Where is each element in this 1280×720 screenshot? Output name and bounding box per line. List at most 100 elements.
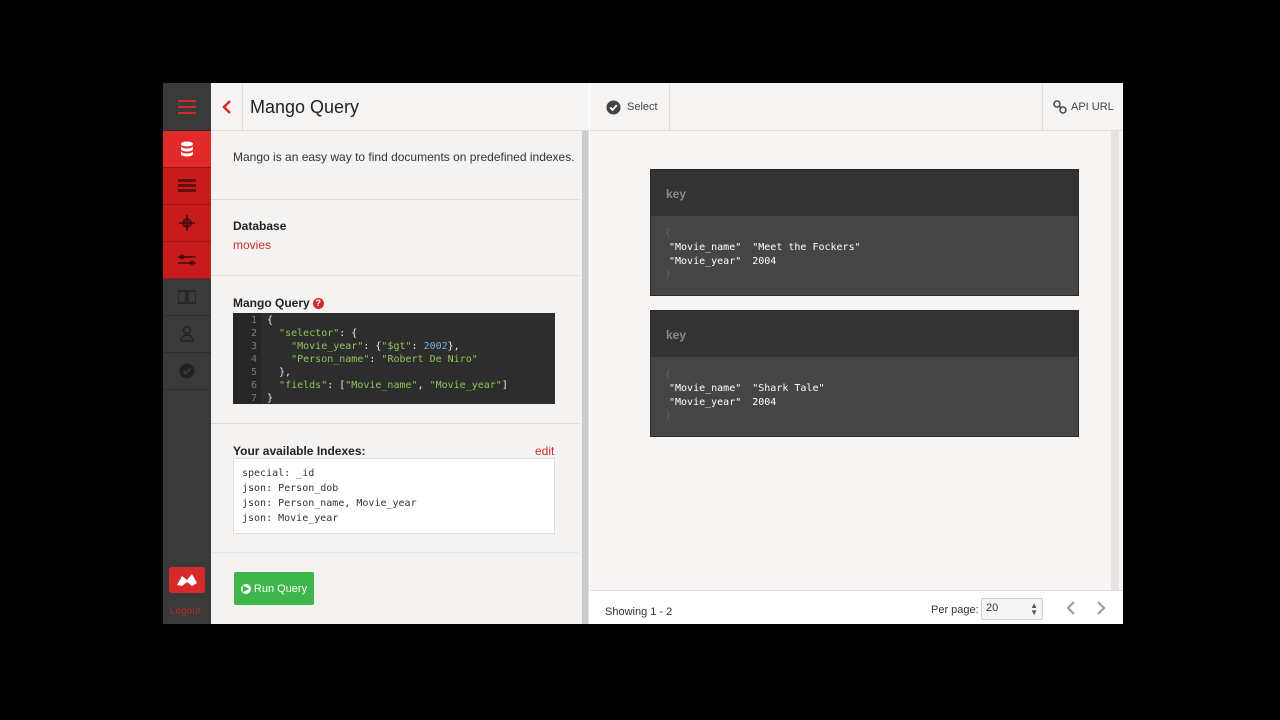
nav-replication[interactable] xyxy=(163,242,211,279)
replication-icon xyxy=(178,254,196,266)
code-token: "fields" xyxy=(279,380,328,391)
code-text: } xyxy=(267,392,273,404)
nav-active-tasks[interactable] xyxy=(163,168,211,205)
line-number: 1 xyxy=(250,315,257,326)
panel-scrollbar[interactable] xyxy=(582,131,588,624)
code-token: : { xyxy=(339,328,358,339)
document-body: "Movie_name" "Shark Tale" "Movie_year" 2004 xyxy=(669,382,825,410)
field-value: "Shark Tale" xyxy=(752,383,825,394)
chevron-left-icon xyxy=(1066,601,1075,615)
code-token: ] xyxy=(501,380,508,391)
line-number: 3 xyxy=(250,341,257,352)
run-query-button[interactable]: ▶ Run Query xyxy=(234,572,314,605)
field-value: "Meet the Fockers" xyxy=(752,242,861,253)
divider xyxy=(211,199,579,200)
field-name: "Movie_name" xyxy=(669,383,742,394)
database-icon xyxy=(181,141,193,156)
divider xyxy=(211,552,579,553)
document-key: key xyxy=(666,328,687,342)
showing-count: Showing 1 - 2 xyxy=(605,606,673,618)
code-line: 6 "fields": ["Movie_name", "Movie_year"] xyxy=(233,379,555,392)
code-token: } xyxy=(267,393,274,404)
edit-indexes-link[interactable]: edit xyxy=(535,444,554,458)
document-card[interactable]: key{"Movie_name" "Meet the Fockers" "Movie… xyxy=(650,169,1079,296)
link-icon xyxy=(1053,100,1067,114)
select-label: Select xyxy=(627,101,658,113)
query-label-row: Mango Query ? xyxy=(233,296,577,310)
close-brace: } xyxy=(665,269,672,280)
check-circle-icon xyxy=(606,99,621,115)
user-icon xyxy=(180,326,194,342)
open-brace: { xyxy=(665,369,672,380)
next-page-button[interactable] xyxy=(1096,601,1106,620)
code-token: "Movie_year" xyxy=(429,380,502,391)
document-card[interactable]: key { "Movie_name" "Shark Tale" "Movie_year"… xyxy=(650,310,1079,437)
page-title: Mango Query xyxy=(250,97,360,117)
close-brace: } xyxy=(665,410,672,421)
code-token: : { xyxy=(363,341,382,352)
line-number: 6 xyxy=(250,380,257,391)
code-token: "Movie_year" xyxy=(291,341,364,352)
chevron-left-icon xyxy=(221,100,231,114)
code-text: "fields": ["Movie_name", "Movie_year"] xyxy=(267,379,508,392)
play-circle-icon: ▶ xyxy=(240,583,251,594)
database-name: movies xyxy=(233,238,272,252)
document-body: "Movie_name" "Meet the Fockers" "Movie_yea… xyxy=(669,241,861,269)
nav-user[interactable] xyxy=(163,316,211,353)
api-url-label: API URL xyxy=(1071,101,1114,113)
indexes-list: special: _id json: Person_dob json: Person… xyxy=(233,458,555,534)
api-url-button[interactable]: API URL xyxy=(1042,83,1123,131)
code-token: "selector" xyxy=(279,328,340,339)
index-item: json: Person_dob xyxy=(242,483,339,494)
field-name: "Movie_year" xyxy=(669,256,742,267)
code-text: }, xyxy=(267,366,291,379)
help-icon[interactable]: ? xyxy=(312,297,324,309)
code-line: 7} xyxy=(233,392,555,404)
query-panel: Mango Query Mango is an easy way to find… xyxy=(211,83,604,624)
code-token: "$gt" xyxy=(381,341,412,352)
nav-verify[interactable] xyxy=(163,353,211,390)
open-brace: { xyxy=(665,228,672,239)
code-token: "Movie_name" xyxy=(345,380,418,391)
per-page-select[interactable]: 20 ▲ ▼ xyxy=(981,598,1043,620)
index-item: json: Person_name, Movie_year xyxy=(242,498,417,509)
code-token: 2002 xyxy=(423,341,448,352)
select-arrows-icon: ▲ ▼ xyxy=(1030,601,1038,617)
field-name: "Movie_name" xyxy=(669,242,742,253)
code-line: 1{ xyxy=(233,314,555,327)
results-header: Select API URL xyxy=(590,83,1123,131)
query-editor[interactable]: 1{2 "selector": {3 "Movie_year": {"$gt":… xyxy=(233,313,555,404)
results-panel: Select API URL key { "Movie_name" "Meet the… xyxy=(590,83,1123,624)
menu-button[interactable] xyxy=(163,83,211,131)
prev-page-button[interactable] xyxy=(1066,601,1076,620)
nav-config[interactable] xyxy=(163,205,211,242)
logout-link[interactable]: Logout xyxy=(170,606,201,617)
run-query-label: Run Query xyxy=(253,582,308,595)
line-number: 2 xyxy=(250,328,257,339)
code-token: "Robert De Niro" xyxy=(381,354,478,365)
code-line: 5 }, xyxy=(233,366,555,379)
document-field: "Movie_name" "Shark Tale" xyxy=(669,382,825,396)
check-circle-icon xyxy=(179,363,195,379)
code-line: 4 "Person_name": "Robert De Niro" xyxy=(233,353,555,366)
code-token: }, xyxy=(447,341,460,352)
document-header: key xyxy=(651,311,1078,357)
document-field: "Movie_year" 2004 xyxy=(669,396,825,410)
line-number: 7 xyxy=(250,393,257,404)
code-text: { xyxy=(267,314,273,327)
nav-documentation[interactable] xyxy=(163,279,211,316)
field-name: "Movie_year" xyxy=(669,397,742,408)
couch-logo-icon xyxy=(177,574,197,586)
code-token: "Person_name" xyxy=(291,354,370,365)
results-scrollbar[interactable] xyxy=(1111,131,1119,590)
intro-text: Mango is an easy way to find documents o… xyxy=(233,150,575,164)
code-token: }, xyxy=(267,367,292,378)
code-text: "Movie_year": {"$gt": 2002}, xyxy=(267,340,460,353)
indexes-label: Your available Indexes: xyxy=(233,444,366,458)
couchdb-logo[interactable] xyxy=(169,567,205,593)
nav-databases[interactable] xyxy=(163,131,211,168)
back-button[interactable] xyxy=(211,83,243,131)
select-button[interactable]: Select xyxy=(590,83,670,131)
